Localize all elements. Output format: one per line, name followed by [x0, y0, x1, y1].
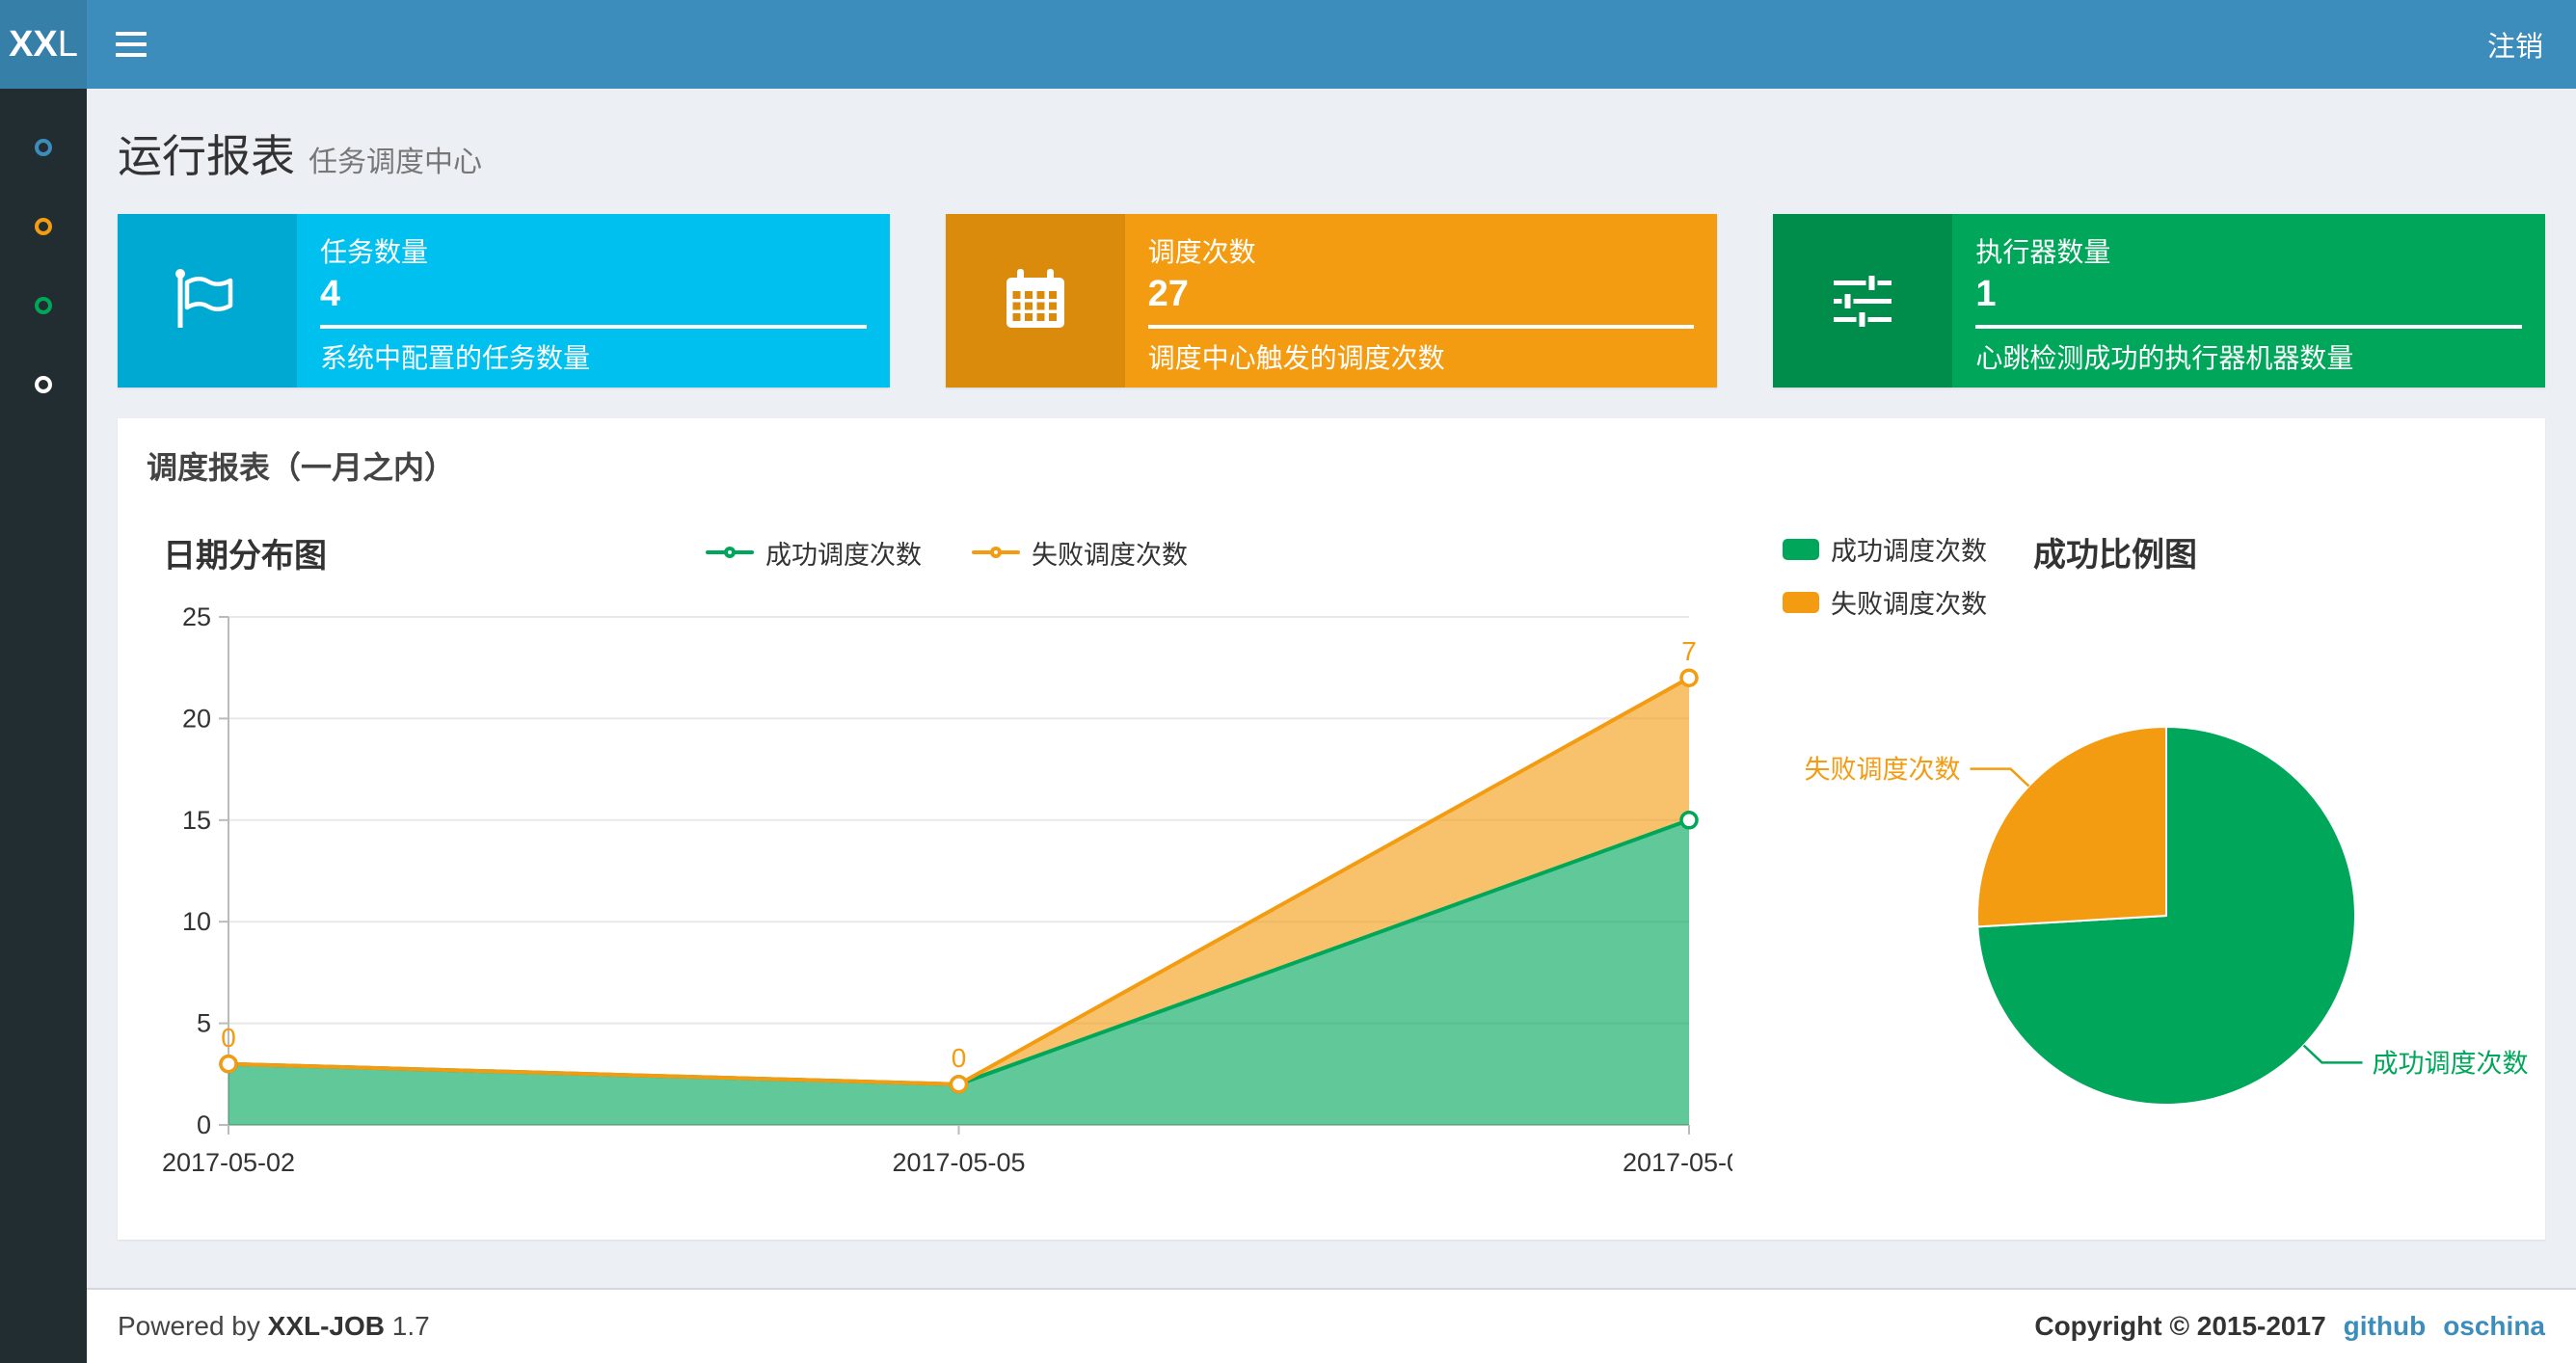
circle-icon: [35, 297, 52, 314]
info-box-content: 任务数量 4 系统中配置的任务数量: [297, 214, 890, 388]
sidebar: [0, 89, 87, 1363]
circle-icon: [35, 376, 52, 393]
main-content: 运行报表 任务调度中心 任务数量 4 系统中配置的任务数量 调度次数 27 调度…: [87, 89, 2576, 1288]
line-marker-icon: [972, 547, 1020, 558]
calendar-icon: [945, 214, 1125, 388]
content-header: 运行报表 任务调度中心: [87, 89, 2576, 185]
success-ratio-section: 成功调度次数 失败调度次数 成功比例图 成功调度次数 失败调度次数: [1761, 524, 2545, 1215]
sidebar-item-3[interactable]: [35, 297, 52, 314]
info-box-label: 执行器数量: [1975, 237, 2111, 267]
sliders-icon: [1773, 214, 1953, 388]
info-box-row: 任务数量 4 系统中配置的任务数量 调度次数 27 调度中心触发的调度次数 执行…: [87, 185, 2576, 388]
page-subtitle: 任务调度中心: [309, 147, 482, 178]
info-box-description: 调度中心触发的调度次数: [1147, 343, 1445, 373]
info-box-number: 4: [320, 274, 341, 314]
svg-text:失败调度次数: 失败调度次数: [1805, 756, 1961, 785]
line-chart-title: 日期分布图: [163, 537, 327, 575]
svg-text:0: 0: [952, 1043, 967, 1073]
logout-link[interactable]: 注销: [2455, 24, 2576, 65]
line-chart-legend: 成功调度次数 失败调度次数: [706, 534, 1188, 572]
svg-text:10: 10: [182, 907, 211, 936]
line-marker-icon: [706, 547, 754, 558]
svg-text:2017-05-05: 2017-05-05: [892, 1148, 1025, 1177]
pie-chart-legend: 成功调度次数 失败调度次数: [1783, 530, 1987, 621]
svg-text:15: 15: [182, 806, 211, 835]
legend-item-success[interactable]: 成功调度次数: [706, 534, 922, 572]
circle-icon: [35, 218, 52, 235]
circle-icon: [35, 139, 52, 156]
sidebar-item-4[interactable]: [35, 376, 52, 393]
panel-title: 调度报表（一月之内）: [147, 450, 456, 485]
square-marker-icon: [1783, 591, 1819, 613]
svg-text:0: 0: [221, 1023, 236, 1053]
svg-text:2017-05-08: 2017-05-08: [1623, 1148, 1732, 1177]
progress-bar: [1147, 325, 1695, 329]
progress-bar: [320, 325, 867, 329]
hamburger-icon: [116, 32, 147, 57]
copyright: Copyright © 2015-2017 github oschina: [2034, 1311, 2545, 1342]
logo-text: XXL: [9, 23, 78, 65]
page-title: 运行报表 任务调度中心: [118, 131, 482, 181]
oschina-link[interactable]: oschina: [2443, 1311, 2545, 1342]
info-box-content: 调度次数 27 调度中心触发的调度次数: [1125, 214, 1718, 388]
info-box-label: 调度次数: [1147, 237, 1256, 267]
success-ratio-pie: 成功调度次数 失败调度次数: [1805, 725, 2528, 1106]
pie-chart-title: 成功比例图: [2033, 537, 2197, 574]
footer: Powered by XXL-JOB 1.7 Copyright © 2015-…: [87, 1288, 2576, 1363]
info-box-content: 执行器数量 1 心跳检测成功的执行器机器数量: [1952, 214, 2545, 388]
top-navbar: XXL 注销: [0, 0, 2576, 89]
progress-bar: [1975, 325, 2523, 329]
report-panel: 调度报表（一月之内） 日期分布图 成功调度次数 失败调度次数 0 5 10 15…: [118, 418, 2545, 1240]
sidebar-toggle-button[interactable]: [87, 0, 175, 89]
svg-text:5: 5: [197, 1009, 211, 1038]
navbar-bar: 注销: [87, 0, 2576, 89]
sidebar-item-2[interactable]: [35, 218, 52, 235]
date-distribution-section: 日期分布图 成功调度次数 失败调度次数 0 5 10 15 20 25 2017-05-02…: [118, 524, 1761, 1215]
info-box-tasks: 任务数量 4 系统中配置的任务数量: [118, 214, 890, 388]
info-box-executors: 执行器数量 1 心跳检测成功的执行器机器数量: [1773, 214, 2546, 388]
legend-item-fail[interactable]: 失败调度次数: [1783, 583, 1987, 621]
svg-text:2017-05-02: 2017-05-02: [162, 1148, 295, 1177]
legend-item-fail[interactable]: 失败调度次数: [972, 534, 1188, 572]
legend-item-success[interactable]: 成功调度次数: [1783, 530, 1987, 568]
svg-text:20: 20: [182, 704, 211, 733]
info-box-number: 1: [1975, 274, 1997, 314]
charts-row: 日期分布图 成功调度次数 失败调度次数 0 5 10 15 20 25 2017-05-02…: [118, 524, 2545, 1215]
logo[interactable]: XXL: [0, 0, 87, 89]
svg-text:25: 25: [182, 602, 211, 631]
svg-text:成功调度次数: 成功调度次数: [2372, 1049, 2528, 1078]
square-marker-icon: [1783, 538, 1819, 560]
info-box-description: 心跳检测成功的执行器机器数量: [1975, 343, 2354, 373]
github-link[interactable]: github: [2344, 1311, 2427, 1342]
powered-by: Powered by XXL-JOB 1.7: [118, 1311, 430, 1341]
date-distribution-chart: 05101520252017-05-022017-05-052017-05-08…: [162, 602, 1732, 1177]
info-box-label: 任务数量: [320, 237, 429, 267]
svg-text:7: 7: [1681, 636, 1697, 666]
flag-icon: [118, 214, 297, 388]
info-box-number: 27: [1147, 274, 1189, 314]
sidebar-item-1[interactable]: [35, 139, 52, 156]
info-box-description: 系统中配置的任务数量: [320, 343, 591, 373]
svg-text:0: 0: [197, 1110, 211, 1139]
info-box-triggers: 调度次数 27 调度中心触发的调度次数: [945, 214, 1718, 388]
